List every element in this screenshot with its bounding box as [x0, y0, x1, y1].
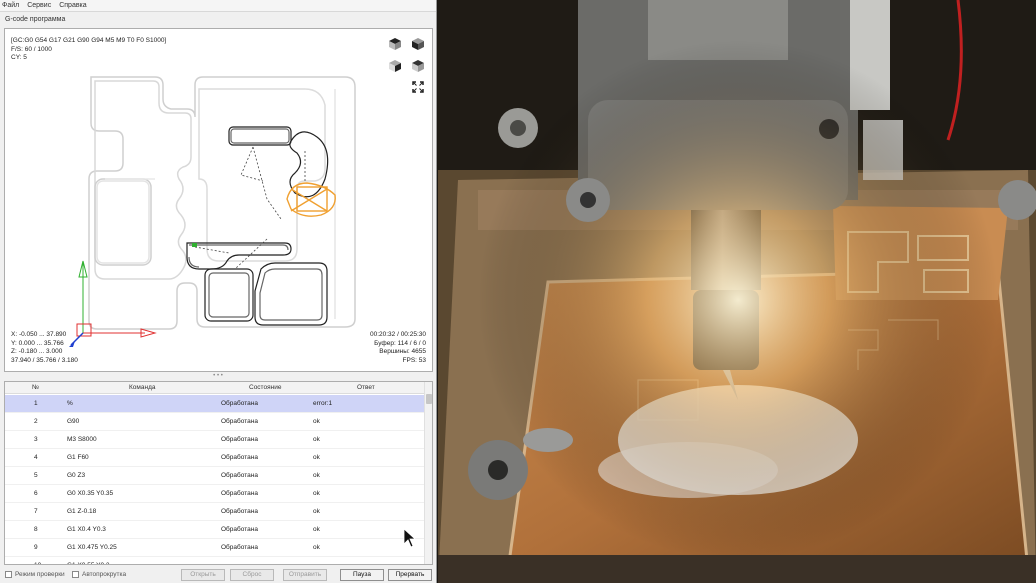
pause-button[interactable]: Пауза [340, 569, 384, 581]
col-state[interactable]: Состояние [249, 384, 281, 391]
table-row[interactable]: 2 G90 Обработана ok [5, 413, 426, 431]
table-header: № Команда Состояние Ответ [5, 382, 426, 394]
menu-bar: Файл Сервис Справка [0, 0, 436, 12]
check-mode-checkbox[interactable]: Режим проверки [5, 571, 65, 578]
cell-command: M3 S8000 [67, 436, 97, 443]
table-row[interactable]: 5 G0 Z3 Обработана ok [5, 467, 426, 485]
cell-command: G1 Z-0.18 [67, 508, 97, 515]
table-row[interactable]: 4 G1 F60 Обработана ok [5, 449, 426, 467]
cell-num: 8 [34, 526, 38, 533]
fps-readout: FPS: 53 [402, 356, 426, 364]
cell-num: 6 [34, 490, 38, 497]
cell-command: G0 Z3 [67, 472, 86, 479]
cell-response: ok [313, 544, 320, 551]
cell-state: Обработана [221, 526, 258, 533]
range-y: Y: 0.000 ... 35.766 [11, 339, 64, 347]
cell-num: 1 [34, 400, 38, 407]
table-row[interactable]: 8 G1 X0.4 Y0.3 Обработана ok [5, 521, 426, 539]
cell-command: G90 [67, 418, 80, 425]
cell-response: ok [313, 436, 320, 443]
cell-num: 3 [34, 436, 38, 443]
gcode-table[interactable]: № Команда Состояние Ответ 1% Обработана er… [4, 381, 433, 565]
toolpath-canvas [69, 76, 356, 347]
cell-state: Обработана [221, 436, 258, 443]
menu-help[interactable]: Справка [59, 1, 86, 11]
range-z: Z: -0.180 ... 3.000 [11, 348, 63, 355]
cell-response: ok [313, 472, 320, 479]
cell-state: Обработана [221, 544, 258, 551]
table-row[interactable]: 1% Обработана error:1 [5, 395, 426, 413]
cell-response: ok [313, 490, 320, 497]
range-x: X: -0.050 ... 37.890 [11, 331, 67, 338]
scrollbar-thumb[interactable] [426, 394, 432, 404]
col-num[interactable]: № [32, 384, 39, 391]
table-scrollbar[interactable] [424, 382, 432, 564]
checkbox-box[interactable] [5, 571, 12, 578]
dimensions: 37.940 / 35.766 / 3.180 [11, 356, 78, 364]
cell-command: G0 X0.35 Y0.35 [67, 490, 114, 497]
mouse-cursor-icon [403, 528, 417, 548]
menu-service[interactable]: Сервис [27, 1, 51, 11]
cell-command: G1 X0.475 Y0.25 [67, 544, 117, 551]
menu-file[interactable]: Файл [2, 1, 19, 11]
cell-response: ok [313, 454, 320, 461]
open-button[interactable]: Открыть [181, 569, 225, 581]
cell-command: G1 F60 [67, 454, 89, 461]
cell-num: 2 [34, 418, 38, 425]
autoscroll-checkbox[interactable]: Автопрокрутка [72, 571, 126, 578]
table-row[interactable]: 3 M3 S8000 Обработана ok [5, 431, 426, 449]
cnc-camera-photo [438, 0, 1036, 583]
cell-num: 10 [34, 562, 41, 564]
send-button[interactable]: Отправить [283, 569, 327, 581]
candle-app-window: Файл Сервис Справка G-code программа [GC… [0, 0, 437, 583]
cell-num: 9 [34, 544, 38, 551]
table-row[interactable]: 6 G0 X0.35 Y0.35 Обработана ok [5, 485, 426, 503]
autoscroll-label: Автопрокрутка [82, 571, 127, 578]
cell-state: Обработана [221, 454, 258, 461]
buffer-readout: Буфер: 114 / 6 / 0 [374, 339, 426, 347]
col-response[interactable]: Ответ [357, 384, 375, 391]
cell-response: ok [313, 508, 320, 515]
cell-state: Обработана [221, 490, 258, 497]
splitter-handle[interactable]: • • • [210, 373, 226, 379]
coordinates-overlay: X: -0.050 ... 37.890 Y: 0.000 ... 35.766… [11, 331, 78, 365]
cell-command: G1 X0.55 Y0.2 [67, 562, 110, 564]
cell-state: Обработана [221, 472, 258, 479]
cell-response: error:1 [313, 400, 333, 407]
col-command[interactable]: Команда [129, 384, 155, 391]
cell-command: G1 X0.4 Y0.3 [67, 526, 106, 533]
vertices-readout: Вершины: 4655 [379, 348, 426, 355]
cell-state: Обработана [221, 418, 258, 425]
cell-response: ok [313, 526, 320, 533]
check-mode-label: Режим проверки [15, 571, 65, 578]
cell-command: % [67, 400, 73, 407]
cell-num: 5 [34, 472, 38, 479]
cell-response: ok [313, 418, 320, 425]
cell-state: Обработана [221, 508, 258, 515]
time-readout: 00:20:32 / 00:25:30 [369, 331, 426, 338]
gcode-3d-viewer[interactable]: [GC:G0 G54 G17 G21 G90 G94 M5 M9 T0 F0 S… [4, 28, 433, 372]
checkbox-box[interactable] [72, 571, 79, 578]
table-row[interactable]: 7 G1 Z-0.18 Обработана ok [5, 503, 426, 521]
program-group-title: G-code программа [5, 16, 66, 23]
cell-state: Обработана [221, 400, 258, 407]
cell-num: 4 [34, 454, 38, 461]
abort-button[interactable]: Прервать [388, 569, 432, 581]
table-row[interactable]: 9 G1 X0.475 Y0.25 Обработана ok [5, 539, 426, 557]
table-row[interactable]: 10 G1 X0.55 Y0.2 [5, 557, 426, 564]
reset-button[interactable]: Сброс [230, 569, 274, 581]
bottom-toolbar: Режим проверки Автопрокрутка Открыть Сбр… [0, 567, 436, 583]
status-overlay: 00:20:32 / 00:25:30 Буфер: 114 / 6 / 0 В… [370, 331, 426, 365]
cell-num: 7 [34, 508, 38, 515]
